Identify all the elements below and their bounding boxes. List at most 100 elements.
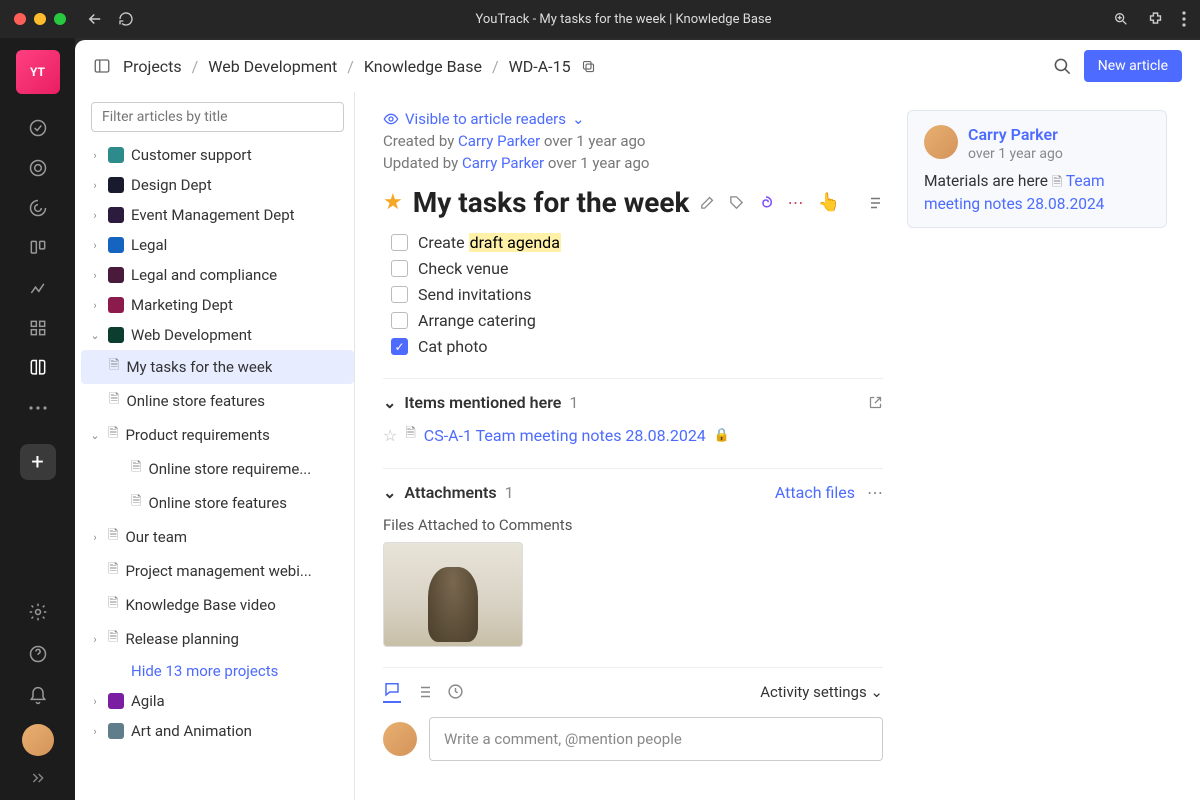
files-section-label: Files Attached to Comments [383,516,883,534]
breadcrumb-item[interactable]: Projects [123,57,182,76]
reports-icon[interactable] [24,274,52,302]
commenter-avatar[interactable] [924,125,958,159]
breadcrumb: Projects/ Web Development/ Knowledge Bas… [123,57,596,76]
checkbox-checked[interactable]: ✓ [391,338,408,355]
document-icon: 🗎 [131,458,141,480]
tree-item[interactable]: ›Legal and compliance [81,260,354,290]
comment-card: Carry Parker over 1 year ago Materials a… [907,110,1167,228]
checklist-item[interactable]: Check venue [391,259,883,278]
author-link[interactable]: Carry Parker [462,154,544,172]
article-title: My tasks for the week [413,186,690,219]
commenter-name[interactable]: Carry Parker [968,125,1063,144]
more-icon[interactable] [24,394,52,422]
agile-icon[interactable] [24,194,52,222]
activity-settings-link[interactable]: Activity settings ⌄ [760,683,883,701]
tree-item[interactable]: ›Event Management Dept [81,200,354,230]
star-outline-icon[interactable]: ☆ [383,426,397,445]
help-icon[interactable] [24,640,52,668]
apps-icon[interactable] [24,314,52,342]
updated-meta: Updated by Carry Parker over 1 year ago [383,154,883,172]
checklist-item[interactable]: ✓Cat photo [391,337,883,356]
user-avatar[interactable] [22,724,54,756]
tree-item-prodreq[interactable]: ⌄🗎Product requirements [81,418,354,452]
tree-item[interactable]: 🗎Knowledge Base video [81,588,354,622]
mentions-header[interactable]: ⌄ Items mentioned here 1 [383,378,883,412]
tasks-icon[interactable] [24,114,52,142]
attach-files-link[interactable]: Attach files [775,483,855,502]
comment-time: over 1 year ago [968,146,1063,162]
attachments-header[interactable]: ⌄ Attachments 1 Attach files ⋯ [383,468,883,502]
new-article-button[interactable]: New article [1084,50,1182,82]
window-titlebar: YouTrack - My tasks for the week | Knowl… [0,0,1200,38]
knowledge-base-icon[interactable] [24,354,52,382]
edit-icon[interactable] [699,194,716,211]
tree-item[interactable]: 🗎Online store features [81,384,354,418]
tag-icon[interactable] [728,194,745,211]
comments-tab[interactable] [383,680,401,703]
tree-item[interactable]: ›Design Dept [81,170,354,200]
lock-document-icon: 🗎 [108,560,118,582]
tree-item[interactable]: ›Agila [81,686,354,716]
tree-item[interactable]: 🗎Online store features [81,486,354,520]
boards-icon[interactable] [24,234,52,262]
ai-icon[interactable] [757,194,775,212]
list-tab[interactable] [415,683,433,701]
window-controls [14,13,66,25]
close-window[interactable] [14,13,26,25]
more-actions-icon[interactable]: ⋯ [787,193,805,212]
history-tab[interactable] [447,683,464,700]
minimize-window[interactable] [34,13,46,25]
breadcrumb-item[interactable]: WD-A-15 [509,57,571,76]
breadcrumb-item[interactable]: Web Development [208,57,337,76]
tree-item[interactable]: ›Customer support [81,140,354,170]
checklist-item[interactable]: Create draft agenda [391,233,883,252]
mention-item[interactable]: ☆ 🗎 CS-A-1 Team meeting notes 28.08.2024… [383,424,883,446]
star-icon[interactable]: ★ [383,190,403,215]
checkbox[interactable] [391,260,408,277]
checklist-item[interactable]: Send invitations [391,285,883,304]
breadcrumb-item[interactable]: Knowledge Base [364,57,482,76]
notifications-icon[interactable] [24,682,52,710]
external-link-icon[interactable] [868,395,883,410]
toc-icon[interactable] [865,194,883,212]
tree-item-current[interactable]: 🗎My tasks for the week [81,350,354,384]
maximize-window[interactable] [54,13,66,25]
settings-icon[interactable] [24,598,52,626]
filter-input[interactable] [91,102,344,132]
extension-icon[interactable] [1147,11,1164,28]
back-icon[interactable] [86,10,104,28]
checkbox[interactable] [391,234,408,251]
visibility-toggle[interactable]: Visible to article readers ⌄ [383,110,883,128]
create-button[interactable]: + [20,444,56,480]
kebab-icon[interactable] [1182,11,1186,27]
tree-item[interactable]: ›Marketing Dept [81,290,354,320]
panel-icon[interactable] [93,57,111,75]
document-icon: 🗎 [1052,175,1062,190]
checkbox[interactable] [391,286,408,303]
checklist-item[interactable]: Arrange catering [391,311,883,330]
tree-item[interactable]: 🗎Online store requireme... [81,452,354,486]
reload-icon[interactable] [118,11,134,27]
author-link[interactable]: Carry Parker [458,132,540,150]
search-icon[interactable] [1053,57,1072,76]
mention-link[interactable]: CS-A-1 Team meeting notes 28.08.2024 [424,426,706,445]
tree-item[interactable]: ›🗎Release planning [81,622,354,656]
comment-input[interactable]: Write a comment, @mention people [429,717,883,761]
checkbox[interactable] [391,312,408,329]
attachment-thumbnail[interactable] [383,542,523,647]
chevron-down-icon: ⌄ [383,393,396,412]
copy-icon[interactable] [581,59,596,74]
document-icon: 🗎 [109,356,119,378]
hide-projects-link[interactable]: Hide 13 more projects [81,656,354,686]
expand-rail-icon[interactable] [30,770,46,786]
tree-item[interactable]: 🗎Project management webi... [81,554,354,588]
target-icon[interactable] [24,154,52,182]
breadcrumb-bar: Projects/ Web Development/ Knowledge Bas… [75,40,1200,92]
tree-item[interactable]: ›Legal [81,230,354,260]
tree-item[interactable]: ›🗎Our team [81,520,354,554]
more-icon[interactable]: ⋯ [867,483,883,502]
tree-item[interactable]: ›Art and Animation [81,716,354,746]
zoom-icon[interactable] [1113,11,1129,27]
app-logo[interactable]: YT [16,50,60,94]
tree-item-webdev[interactable]: ⌄Web Development [81,320,354,350]
